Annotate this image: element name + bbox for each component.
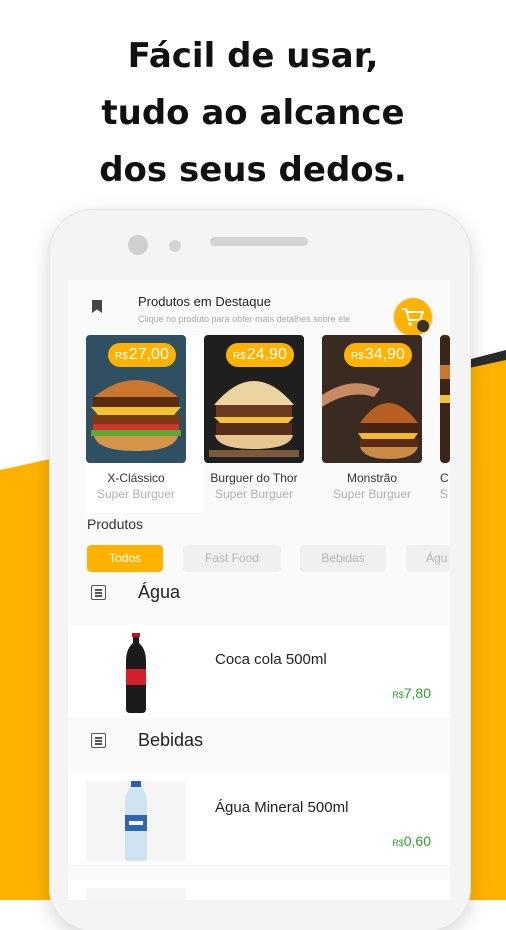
headline-line-1: Fácil de usar, bbox=[127, 36, 379, 76]
product-price: R$7,80 bbox=[392, 685, 431, 701]
chip-fast-food[interactable]: Fast Food bbox=[183, 545, 281, 572]
product-image bbox=[86, 633, 186, 713]
store-name: Super Burguer bbox=[214, 487, 294, 501]
earpiece-speaker bbox=[210, 237, 308, 246]
price-badge: R$34,90 bbox=[344, 343, 412, 367]
list-icon bbox=[91, 733, 106, 748]
bookmark-icon bbox=[92, 300, 102, 313]
product-image bbox=[86, 781, 186, 861]
product-name: Monstrão bbox=[346, 471, 398, 485]
store-name: Super Burguer bbox=[96, 487, 176, 501]
burger-image bbox=[440, 335, 450, 463]
chip-agua[interactable]: Águ bbox=[406, 545, 450, 572]
price-badge: R$24,90 bbox=[226, 343, 294, 367]
featured-title: Produtos em Destaque bbox=[138, 294, 271, 309]
headline-line-3: dos seus dedos. bbox=[99, 150, 407, 190]
burger-image: R$34,90 bbox=[322, 335, 422, 463]
list-item[interactable] bbox=[68, 880, 450, 900]
front-camera bbox=[128, 235, 148, 255]
burger-image: R$24,90 bbox=[204, 335, 304, 463]
app-screen: Produtos em Destaque Clique no produto p… bbox=[68, 280, 450, 900]
product-name: Água Mineral 500ml bbox=[215, 799, 349, 816]
list-icon bbox=[91, 585, 106, 600]
store-name: S bbox=[440, 487, 449, 501]
featured-card[interactable]: R$24,90 Burguer do Thor Super Burguer bbox=[204, 335, 322, 513]
featured-subtitle: Clique no produto para obter mais detalh… bbox=[138, 314, 351, 324]
product-name: Coca cola 500ml bbox=[215, 651, 327, 668]
cart-button[interactable] bbox=[394, 298, 432, 336]
featured-card[interactable]: C S bbox=[440, 335, 450, 513]
list-item[interactable]: Água Mineral 500ml R$0,60 bbox=[68, 773, 450, 865]
products-section-title: Produtos bbox=[87, 516, 144, 532]
product-image bbox=[86, 888, 186, 900]
price-badge: R$27,00 bbox=[108, 343, 176, 367]
product-name: C bbox=[440, 471, 449, 485]
product-price: R$0,60 bbox=[392, 833, 431, 849]
chip-todos[interactable]: Todos bbox=[87, 545, 163, 572]
category-title: Água bbox=[138, 582, 181, 602]
category-title: Bebidas bbox=[138, 730, 204, 750]
product-name: Burguer do Thor bbox=[210, 471, 298, 485]
featured-card[interactable]: R$27,00 X-Clássico Super Burguer bbox=[86, 335, 204, 513]
featured-card[interactable]: R$34,90 Monstrão Super Burguer bbox=[322, 335, 440, 513]
chip-bebidas[interactable]: Bebidas bbox=[300, 545, 386, 572]
product-name: X-Clássico bbox=[107, 471, 165, 485]
headline-line-2: tudo ao alcance bbox=[101, 93, 405, 133]
headline: Fácil de usar, tudo ao alcance dos seus … bbox=[0, 28, 506, 199]
burger-image: R$27,00 bbox=[86, 335, 186, 463]
proximity-sensor bbox=[169, 240, 181, 252]
store-name: Super Burguer bbox=[332, 487, 412, 501]
list-item[interactable]: Coca cola 500ml R$7,80 bbox=[68, 625, 450, 717]
cart-count-badge bbox=[416, 319, 430, 333]
